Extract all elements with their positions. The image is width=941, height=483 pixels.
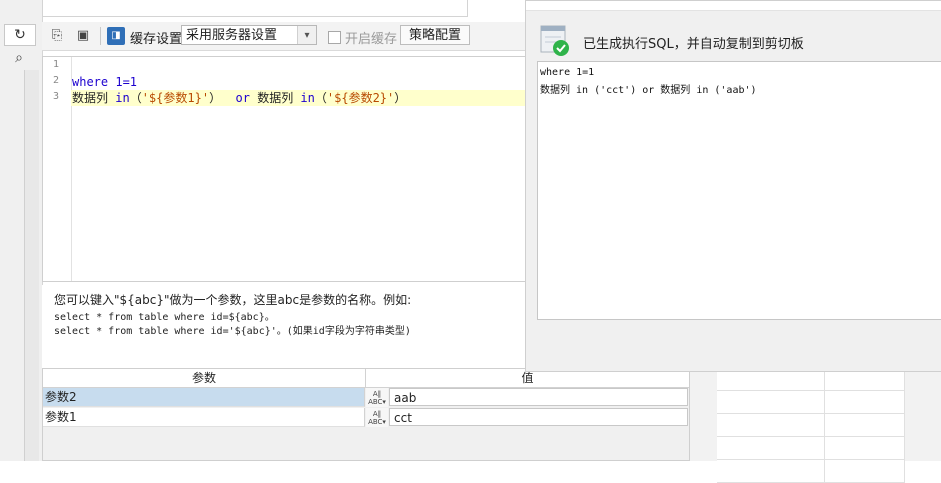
checkbox-box[interactable] (328, 31, 341, 44)
output-line: 数据列 in ('cct') or 数据列 in ('aab') (540, 85, 757, 96)
dialog-message: 已生成执行SQL，并自动复制到剪切板 (583, 37, 804, 52)
grid-cell (825, 414, 905, 437)
grid-cell (717, 391, 825, 414)
type-icon-text: ABC▾ (368, 418, 386, 426)
cache-select-value: 采用服务器设置 (186, 28, 278, 43)
code-token: '${参数2}' (326, 91, 395, 105)
background-grid (690, 368, 941, 483)
chevron-down-icon[interactable]: ▾ (297, 26, 316, 44)
cache-settings-select[interactable]: 采用服务器设置 ▾ (181, 25, 317, 45)
save-icon[interactable]: ▣ (74, 27, 92, 45)
code-token: （ (314, 91, 327, 105)
string-type-icon[interactable]: A‖ ABC▾ (366, 388, 388, 407)
preview-icon[interactable]: ⎘ (48, 27, 66, 45)
strategy-config-button[interactable]: 策略配置 (400, 25, 470, 45)
code-token: （ (129, 91, 142, 105)
grid-cell (825, 391, 905, 414)
enable-cache-label: 开启缓存 (345, 32, 398, 47)
code-token: in (300, 91, 315, 105)
code-token: or (235, 91, 250, 105)
code-token: 数据列 (249, 91, 301, 105)
grid-cell (825, 437, 905, 460)
code-token: 1=1 (115, 75, 138, 89)
param-value-input[interactable]: aab (389, 388, 688, 406)
column-header-param[interactable]: 参数 (43, 369, 366, 388)
param-name-cell[interactable]: 参数2 (43, 388, 365, 407)
code-token: 数据列 (72, 91, 116, 105)
code-token: ） (394, 91, 407, 105)
dialog-title-bar[interactable] (526, 1, 941, 11)
type-icon-text: A‖ (372, 390, 382, 398)
param-name-cell[interactable]: 参数1 (43, 408, 365, 427)
line-number: 2 (53, 75, 60, 86)
left-panel-scrollbar[interactable] (24, 70, 39, 461)
grid-cell (717, 460, 825, 483)
table-row[interactable]: 参数1 A‖ ABC▾ cct (43, 408, 689, 428)
output-line: where 1=1 (540, 67, 595, 78)
generated-sql-output[interactable]: where 1=1 数据列 in ('cct') or 数据列 in ('aab… (537, 61, 941, 320)
parameter-table: 参数 值 参数2 A‖ ABC▾ aab 参数1 A‖ ABC▾ cct (42, 368, 690, 461)
refresh-icon[interactable]: ↻ (4, 24, 36, 46)
type-icon-text: A‖ (372, 410, 382, 418)
success-check-icon (540, 25, 569, 56)
code-token: where (72, 75, 116, 89)
help-example-line: select * from table where id='${abc}'。(如… (54, 326, 411, 337)
toolbar-separator (100, 27, 101, 45)
sql-result-dialog: 已生成执行SQL，并自动复制到剪切板 where 1=1 数据列 in ('cc… (525, 0, 941, 372)
line-number-gutter: 1 2 3 (43, 57, 72, 281)
help-example-line: select * from table where id=${abc}。 (54, 312, 275, 323)
code-token: in (115, 91, 130, 105)
grid-cell (717, 414, 825, 437)
code-token: ） (209, 91, 236, 105)
enable-cache-checkbox[interactable]: 开启缓存 (328, 28, 397, 47)
search-icon[interactable]: ⌕ (4, 48, 34, 68)
cache-settings-icon[interactable]: ◨ (107, 27, 125, 45)
param-value-input[interactable]: cct (389, 408, 688, 426)
table-row[interactable]: 参数2 A‖ ABC▾ aab (43, 388, 689, 408)
grid-cell (825, 460, 905, 483)
line-number: 1 (53, 59, 60, 70)
type-icon-text: ABC▾ (368, 398, 386, 406)
help-line: 您可以键入"${abc}"做为一个参数，这里abc是参数的名称。例如: (54, 293, 412, 307)
code-token: '${参数1}' (141, 91, 210, 105)
top-blank-panel (42, 0, 468, 17)
cache-settings-label: 缓存设置 (130, 32, 183, 47)
string-type-icon[interactable]: A‖ ABC▾ (366, 408, 388, 427)
line-number: 3 (53, 91, 60, 102)
grid-cell (717, 437, 825, 460)
